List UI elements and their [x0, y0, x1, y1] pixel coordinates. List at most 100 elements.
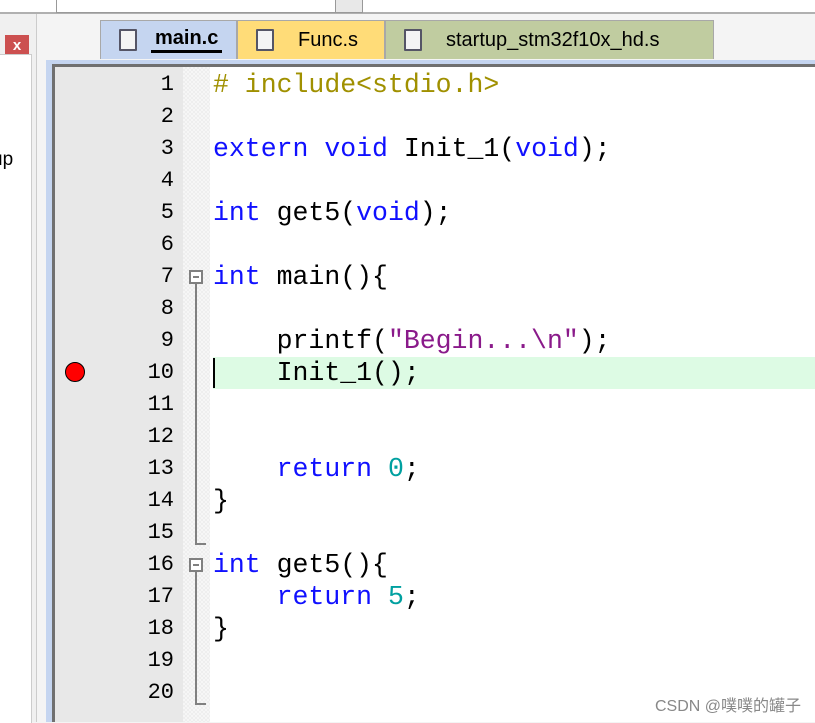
code-token: "Begin...\n" — [387, 326, 579, 356]
line-number: 1 — [160, 72, 174, 97]
watermark: CSDN @噗噗的罐子 — [654, 698, 801, 715]
code-line[interactable]: 6 — [55, 229, 815, 261]
tab-main-c[interactable]: main.c — [100, 20, 237, 59]
line-number: 2 — [160, 104, 174, 129]
text-caret — [213, 358, 215, 388]
code-token: return — [276, 582, 373, 612]
code-text[interactable]: Init_1(); — [213, 357, 815, 389]
file-icon — [256, 29, 274, 51]
code-line[interactable]: 2 — [55, 101, 815, 133]
code-token: } — [213, 486, 229, 516]
code-token: # include<stdio.h> — [213, 70, 500, 100]
code-line[interactable]: 8 — [55, 293, 815, 325]
line-number: 18 — [147, 616, 174, 641]
code-line[interactable]: 11 — [55, 389, 815, 421]
code-token: void — [356, 198, 420, 228]
file-icon — [119, 29, 137, 51]
code-token: 0 — [387, 454, 404, 484]
code-text[interactable]: return 0; — [213, 453, 815, 485]
code-line[interactable]: 3 extern void Init_1(void); — [55, 133, 815, 165]
code-token: ); — [419, 198, 452, 228]
code-token: get5( — [260, 198, 357, 228]
code-line[interactable]: 19 — [55, 645, 815, 677]
code-line[interactable]: 18} — [55, 613, 815, 645]
code-line[interactable]: 15 — [55, 517, 815, 549]
top-button[interactable] — [335, 0, 363, 13]
code-text[interactable]: int get5(){ — [213, 549, 815, 581]
line-number: 9 — [160, 328, 174, 353]
fold-line — [195, 572, 197, 703]
code-text[interactable]: extern void Init_1(void); — [213, 133, 815, 165]
line-number: 20 — [147, 680, 174, 705]
code-text[interactable]: # include<stdio.h> — [213, 69, 815, 101]
code-line[interactable]: 5 int get5(void); — [55, 197, 815, 229]
code-token: int — [213, 550, 261, 580]
code-token: get5(){ — [260, 550, 388, 580]
code-text[interactable]: int get5(void); — [213, 197, 815, 229]
code-line[interactable]: 1 # include<stdio.h> — [55, 69, 815, 101]
code-token: ; — [403, 454, 420, 484]
code-token: main(){ — [260, 262, 388, 292]
code-text[interactable]: printf("Begin...\n"); — [213, 325, 815, 357]
code-token: printf( — [213, 326, 388, 356]
fold-toggle-icon[interactable] — [189, 558, 203, 572]
tab-func-s[interactable]: Func.s — [237, 20, 385, 59]
line-number: 19 — [147, 648, 174, 673]
tab-startup[interactable]: startup_stm32f10x_hd.s — [385, 20, 714, 59]
code-token: Init_1(); — [213, 358, 420, 388]
fold-toggle-icon[interactable] — [189, 270, 203, 284]
code-line[interactable]: 16 int get5(){ — [55, 549, 815, 581]
file-icon — [404, 29, 422, 51]
line-number: 11 — [147, 392, 174, 417]
close-icon: x — [12, 37, 22, 54]
line-number: 10 — [147, 360, 174, 385]
line-number: 6 — [160, 232, 174, 257]
line-number: 13 — [147, 456, 174, 481]
top-toolbar-strip — [0, 0, 815, 14]
top-field[interactable] — [56, 0, 338, 13]
code-text[interactable] — [213, 389, 815, 421]
code-line[interactable]: 17 return 5; — [55, 581, 815, 613]
code-text[interactable] — [213, 421, 815, 453]
code-line[interactable]: 13 return 0; — [55, 453, 815, 485]
project-tree[interactable]: up — [0, 54, 32, 723]
code-token: int — [213, 262, 261, 292]
code-text[interactable] — [213, 645, 815, 677]
code-text[interactable]: } — [213, 613, 815, 645]
code-text[interactable] — [213, 293, 815, 325]
tree-item-label[interactable]: up — [0, 149, 13, 171]
code-text[interactable] — [213, 165, 815, 197]
code-token: } — [213, 614, 229, 644]
line-number: 14 — [147, 488, 174, 513]
code-text[interactable]: return 5; — [213, 581, 815, 613]
code-text[interactable] — [213, 101, 815, 133]
line-number: 17 — [147, 584, 174, 609]
fold-line — [195, 284, 197, 543]
code-line[interactable]: 9 printf("Begin...\n"); — [55, 325, 815, 357]
line-number: 5 — [160, 200, 174, 225]
tab-label: main.c — [151, 27, 223, 53]
line-number: 12 — [147, 424, 174, 449]
code-text[interactable]: int main(){ — [213, 261, 815, 293]
code-line[interactable]: 10 Init_1(); — [55, 357, 815, 389]
code-text[interactable] — [213, 229, 815, 261]
fold-end — [195, 703, 206, 705]
code-token: int — [213, 198, 261, 228]
code-text[interactable]: } — [213, 485, 815, 517]
code-token: extern — [213, 134, 309, 164]
code-token: void — [324, 134, 388, 164]
code-text[interactable] — [213, 517, 815, 549]
code-line[interactable]: 12 — [55, 421, 815, 453]
line-number: 7 — [160, 264, 174, 289]
code-token: Init_1( — [387, 134, 516, 164]
code-line[interactable]: 14} — [55, 485, 815, 517]
line-number: 3 — [160, 136, 174, 161]
code-token: 5 — [387, 582, 404, 612]
code-line[interactable]: 4 — [55, 165, 815, 197]
code-editor[interactable]: 1 # include<stdio.h> 2 3 extern void Init_1(… — [46, 60, 815, 722]
code-line[interactable]: 7 int main(){ — [55, 261, 815, 293]
